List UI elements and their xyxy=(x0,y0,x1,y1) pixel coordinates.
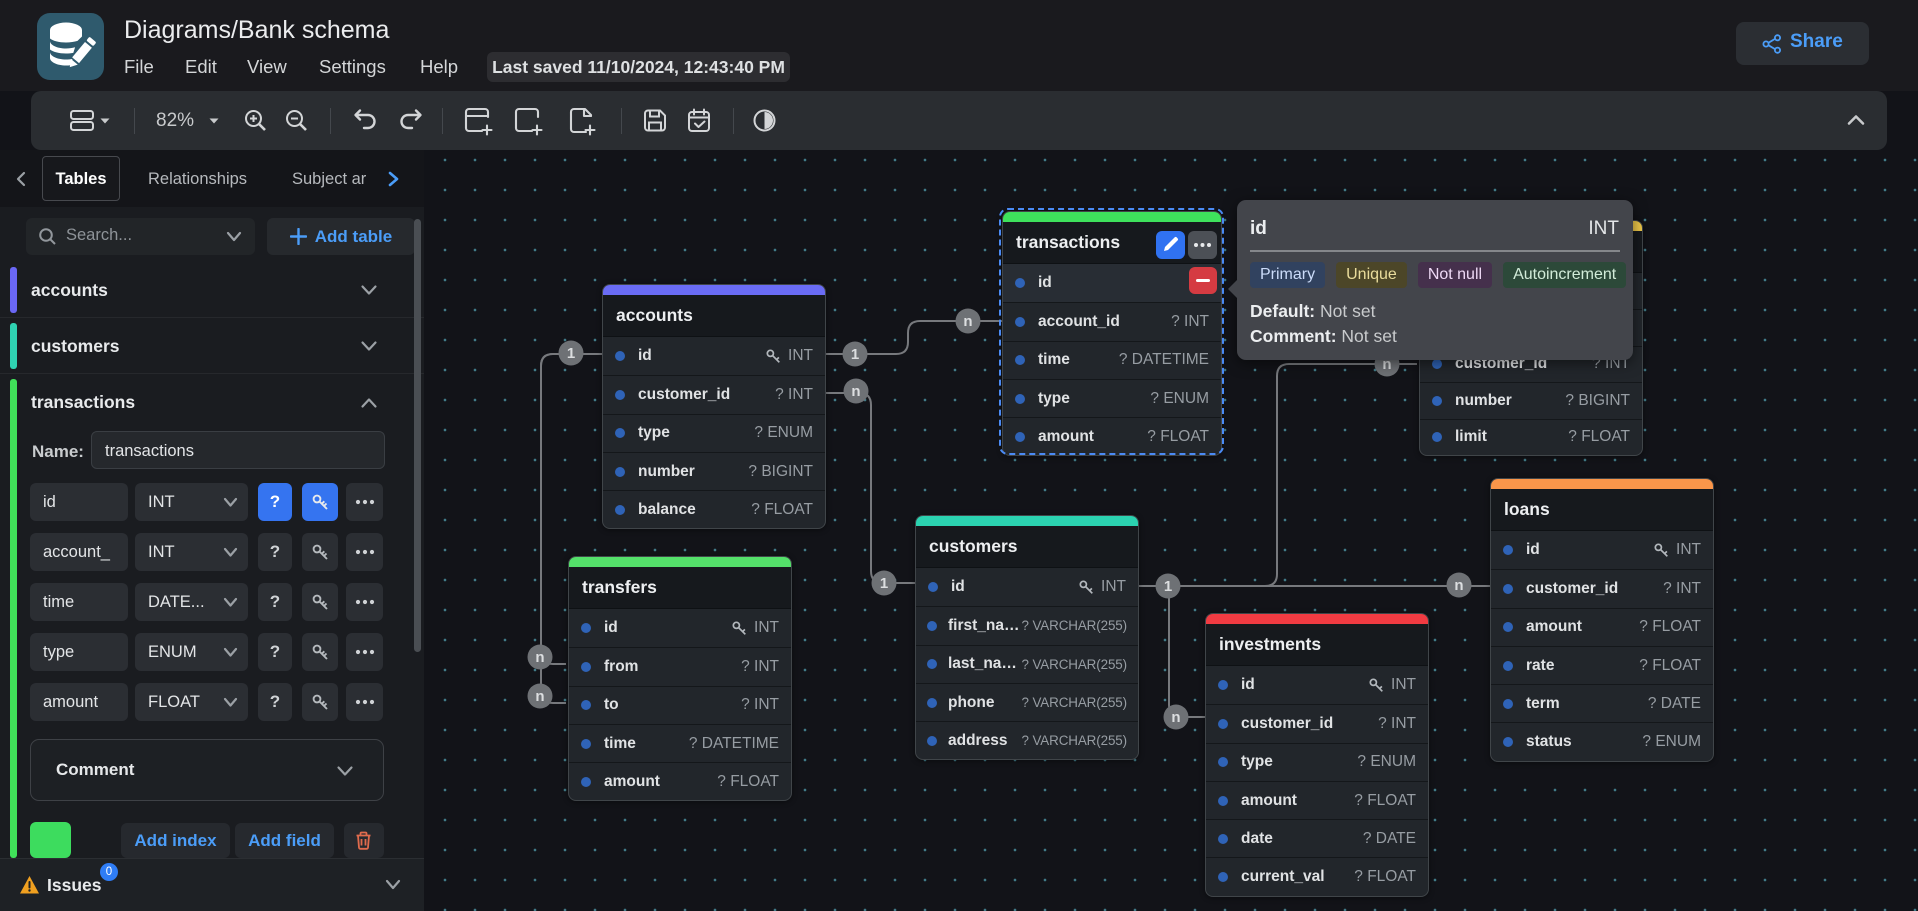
svg-text:1: 1 xyxy=(567,345,575,362)
svg-text:n: n xyxy=(535,688,544,705)
svg-text:n: n xyxy=(1454,577,1463,594)
svg-text:n: n xyxy=(1171,709,1180,726)
svg-text:1: 1 xyxy=(1164,578,1172,595)
svg-text:1: 1 xyxy=(880,575,888,592)
svg-text:n: n xyxy=(851,383,860,400)
svg-text:1: 1 xyxy=(851,346,859,363)
svg-text:n: n xyxy=(535,649,544,666)
svg-text:n: n xyxy=(963,313,972,330)
